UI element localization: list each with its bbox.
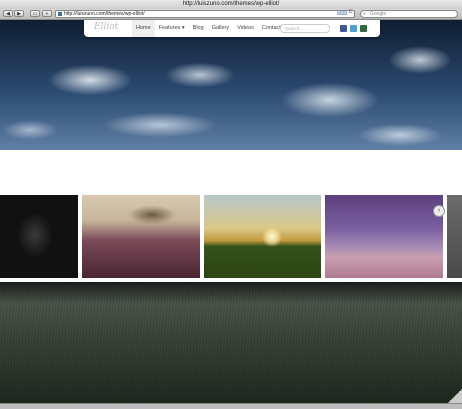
carousel-image-partial[interactable] — [447, 195, 462, 278]
web-page: Elliot Home Features ▾ Blog Gallery Vide… — [0, 20, 462, 403]
image-carousel: › — [0, 195, 462, 278]
site-navbar: Elliot Home Features ▾ Blog Gallery Vide… — [84, 20, 380, 37]
search-placeholder: Google — [370, 11, 387, 17]
nav-home[interactable]: Home — [132, 20, 155, 37]
carousel-image-sunset[interactable] — [204, 195, 321, 278]
search-field[interactable]: ⌕ Google — [360, 10, 458, 18]
forward-button[interactable]: ▶ — [14, 10, 24, 17]
add-bookmark-button[interactable]: + — [42, 10, 52, 17]
reload-button[interactable]: c — [349, 9, 352, 16]
resize-handle-icon[interactable] — [448, 389, 462, 403]
nav-blog[interactable]: Blog — [189, 20, 208, 37]
facebook-icon[interactable] — [340, 25, 347, 32]
favicon-icon — [58, 12, 62, 16]
bookmarks-button[interactable]: ▭ — [30, 10, 40, 17]
social-icon[interactable] — [360, 25, 367, 32]
carousel-image-avenue[interactable] — [325, 195, 443, 278]
hero-sky-image — [0, 20, 462, 150]
status-bar — [0, 403, 462, 409]
site-logo[interactable]: Elliot — [94, 22, 118, 32]
twitter-icon[interactable] — [350, 25, 357, 32]
address-bar[interactable]: http://luiszuno.com/themes/wp-elliot/ — [55, 10, 355, 18]
window-title: http://luiszuno.com/themes/wp-elliot/ — [182, 1, 280, 7]
main-menu: Home Features ▾ Blog Gallery Videos Cont… — [132, 20, 285, 37]
site-search-input[interactable]: Search... — [280, 24, 330, 33]
browser-toolbar: ◀ ▶ ▭ + http://luiszuno.com/themes/wp-el… — [0, 9, 462, 20]
nav-videos[interactable]: Videos — [233, 20, 258, 37]
carousel-next-button[interactable]: › — [433, 205, 445, 217]
carousel-image-field[interactable] — [82, 195, 200, 278]
nav-gallery[interactable]: Gallery — [208, 20, 233, 37]
browser-window: http://luiszuno.com/themes/wp-elliot/ ◀ … — [0, 0, 462, 409]
nav-features[interactable]: Features ▾ — [155, 20, 189, 37]
carousel-image-portrait[interactable] — [0, 195, 78, 278]
back-button[interactable]: ◀ — [3, 10, 13, 17]
white-band — [0, 150, 462, 195]
address-text: http://luiszuno.com/themes/wp-elliot/ — [64, 11, 145, 17]
rss-button[interactable]: RSS — [337, 11, 347, 15]
search-icon: ⌕ — [363, 11, 366, 17]
grass-background-image — [0, 282, 462, 403]
